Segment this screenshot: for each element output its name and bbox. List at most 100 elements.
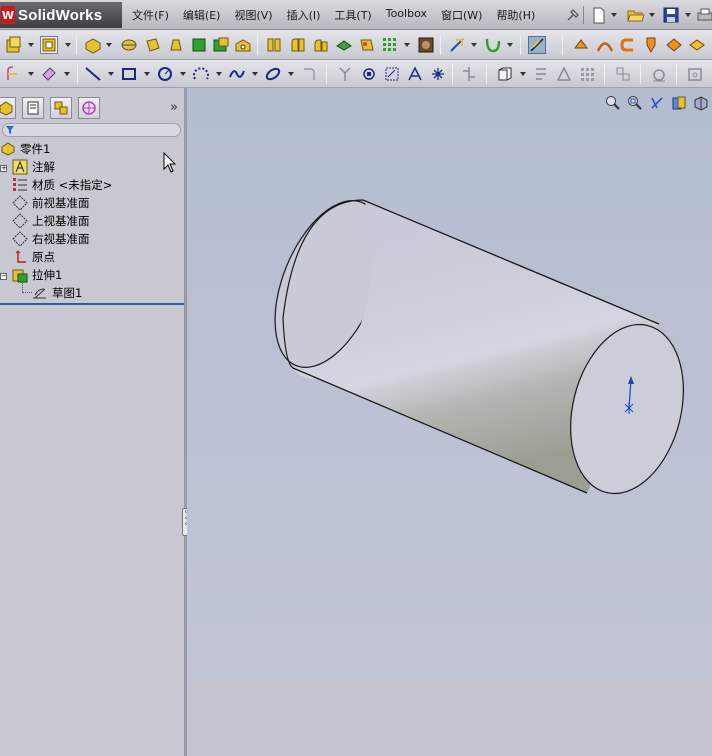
text-icon[interactable] [406,65,424,83]
reference-geometry-icon[interactable] [448,36,466,54]
menu-file[interactable]: 文件(F) [132,7,169,23]
title-bar: W SolidWorks 文件(F) 编辑(E) 视图(V) 插入(I) 工具(… [0,0,712,30]
tree-item-origin[interactable]: 原点 [12,248,55,266]
tree-item-label: 零件1 [20,142,51,156]
property-manager-icon[interactable] [22,97,44,119]
wrap-icon[interactable] [417,36,435,54]
save-icon[interactable] [663,6,679,24]
tree-item-sketch1[interactable]: 草图1 [32,284,82,302]
arc-icon[interactable] [192,65,210,83]
print-icon[interactable] [697,6,712,24]
filter-bar[interactable] [2,123,181,137]
lofted-boss-icon[interactable] [167,36,185,54]
construction-icon[interactable] [650,65,668,83]
draft-icon[interactable] [358,36,376,54]
smart-dimension-icon[interactable] [40,36,58,54]
move-entities-icon[interactable] [614,65,632,83]
plane-icon [12,213,28,229]
flex-icon[interactable] [596,36,614,54]
boundary-boss-icon[interactable] [190,36,208,54]
tree-item-label: 右视基准面 [32,232,90,246]
offset-icon[interactable] [360,65,378,83]
repair-sketch-icon[interactable] [532,65,550,83]
hole-wizard-icon[interactable] [234,36,252,54]
instant3d-icon[interactable] [528,36,546,54]
mouse-cursor-icon [163,151,177,177]
configuration-manager-icon[interactable] [50,97,72,119]
linear-pattern-icon[interactable] [312,36,330,54]
menu-edit[interactable]: 编辑(E) [183,7,221,23]
tree-item-top-plane[interactable]: 上视基准面 [12,212,90,230]
rectangle-icon[interactable] [120,65,138,83]
fillet-icon[interactable] [289,36,307,54]
extruded-cut-icon[interactable] [212,36,230,54]
point-icon[interactable] [429,65,447,83]
tree-item-right-plane[interactable]: 右视基准面 [12,230,90,248]
tree-item-extrude1[interactable]: 拉伸1 [12,266,62,284]
edge-flange-icon[interactable] [642,36,660,54]
tree-item-front-plane[interactable]: 前视基准面 [12,194,90,212]
sketch-icon[interactable] [5,36,23,54]
feature-manager-icon[interactable] [0,97,16,119]
extruded-boss-icon[interactable] [84,36,102,54]
tree-item-label: 原点 [32,250,55,264]
hem-icon[interactable] [665,36,683,54]
ellipse-icon[interactable] [264,65,282,83]
cylinder-model[interactable] [187,88,712,678]
dim-xpert-icon[interactable] [78,97,100,119]
tree-item-label: 前视基准面 [32,196,90,210]
graphics-area-bottom [187,678,712,756]
open-folder-icon[interactable] [627,6,645,24]
menu-insert[interactable]: 插入(I) [287,7,321,23]
rapid-sketch-icon[interactable] [578,65,596,83]
collapse-extrude-button[interactable]: − [0,273,7,280]
shell-icon[interactable] [381,36,399,54]
line-icon[interactable] [84,65,102,83]
origin-icon [12,249,28,265]
fillet-sketch-icon[interactable] [300,65,318,83]
curves-icon[interactable] [484,36,502,54]
menu-help[interactable]: 帮助(H) [496,7,535,23]
tree-item-annotations[interactable]: 注解 [12,158,55,176]
graphics-area[interactable] [187,88,712,678]
feature-manager-panel: » 零件1 + 注解 材质 <未指定> 前视基准面 上视基准面 右视基准面 原点… [0,88,184,756]
sketch-node-icon [32,285,48,301]
pin-icon[interactable] [565,6,581,24]
filter-icon [6,126,14,134]
spline-icon[interactable] [228,65,246,83]
smart-dim-icon[interactable] [40,65,58,83]
plane-icon [12,195,28,211]
quick-snaps-icon[interactable] [555,65,573,83]
trim-icon[interactable] [336,65,354,83]
app-logo[interactable]: W SolidWorks [0,2,122,28]
expand-annotations-button[interactable]: + [0,165,7,172]
circle-icon[interactable] [156,65,174,83]
menu-window[interactable]: 窗口(W) [441,7,482,23]
sheetmetal-icon[interactable] [619,36,637,54]
sketch-mode-icon[interactable] [5,65,23,83]
linear-sketch-pattern-icon[interactable] [460,65,478,83]
tree-item-material[interactable]: 材质 <未指定> [12,176,112,194]
weld-icon[interactable] [572,36,590,54]
menu-tools[interactable]: 工具(T) [334,7,371,23]
revolved-boss-icon[interactable] [120,36,138,54]
swept-boss-icon[interactable] [144,36,162,54]
material-icon [12,177,28,193]
plane-icon [12,231,28,247]
tree-item-part[interactable]: 零件1 [0,140,50,158]
annotations-icon [12,159,28,175]
normal-to-icon[interactable] [686,65,704,83]
more-toolbar-icon[interactable] [688,36,706,54]
expand-panel-icon[interactable]: » [170,100,178,115]
menu-toolbox[interactable]: Toolbox [386,7,427,23]
display-relations-icon[interactable] [496,65,514,83]
part-icon [0,141,16,157]
new-document-icon[interactable] [591,6,607,24]
revolved-cut-icon[interactable] [265,36,283,54]
panel-tabs: » [0,97,184,119]
rib-icon[interactable] [335,36,353,54]
mirror-icon[interactable] [383,65,401,83]
sketch-toolbar [0,60,712,88]
rollback-bar[interactable] [0,303,184,305]
menu-view[interactable]: 视图(V) [234,7,272,23]
